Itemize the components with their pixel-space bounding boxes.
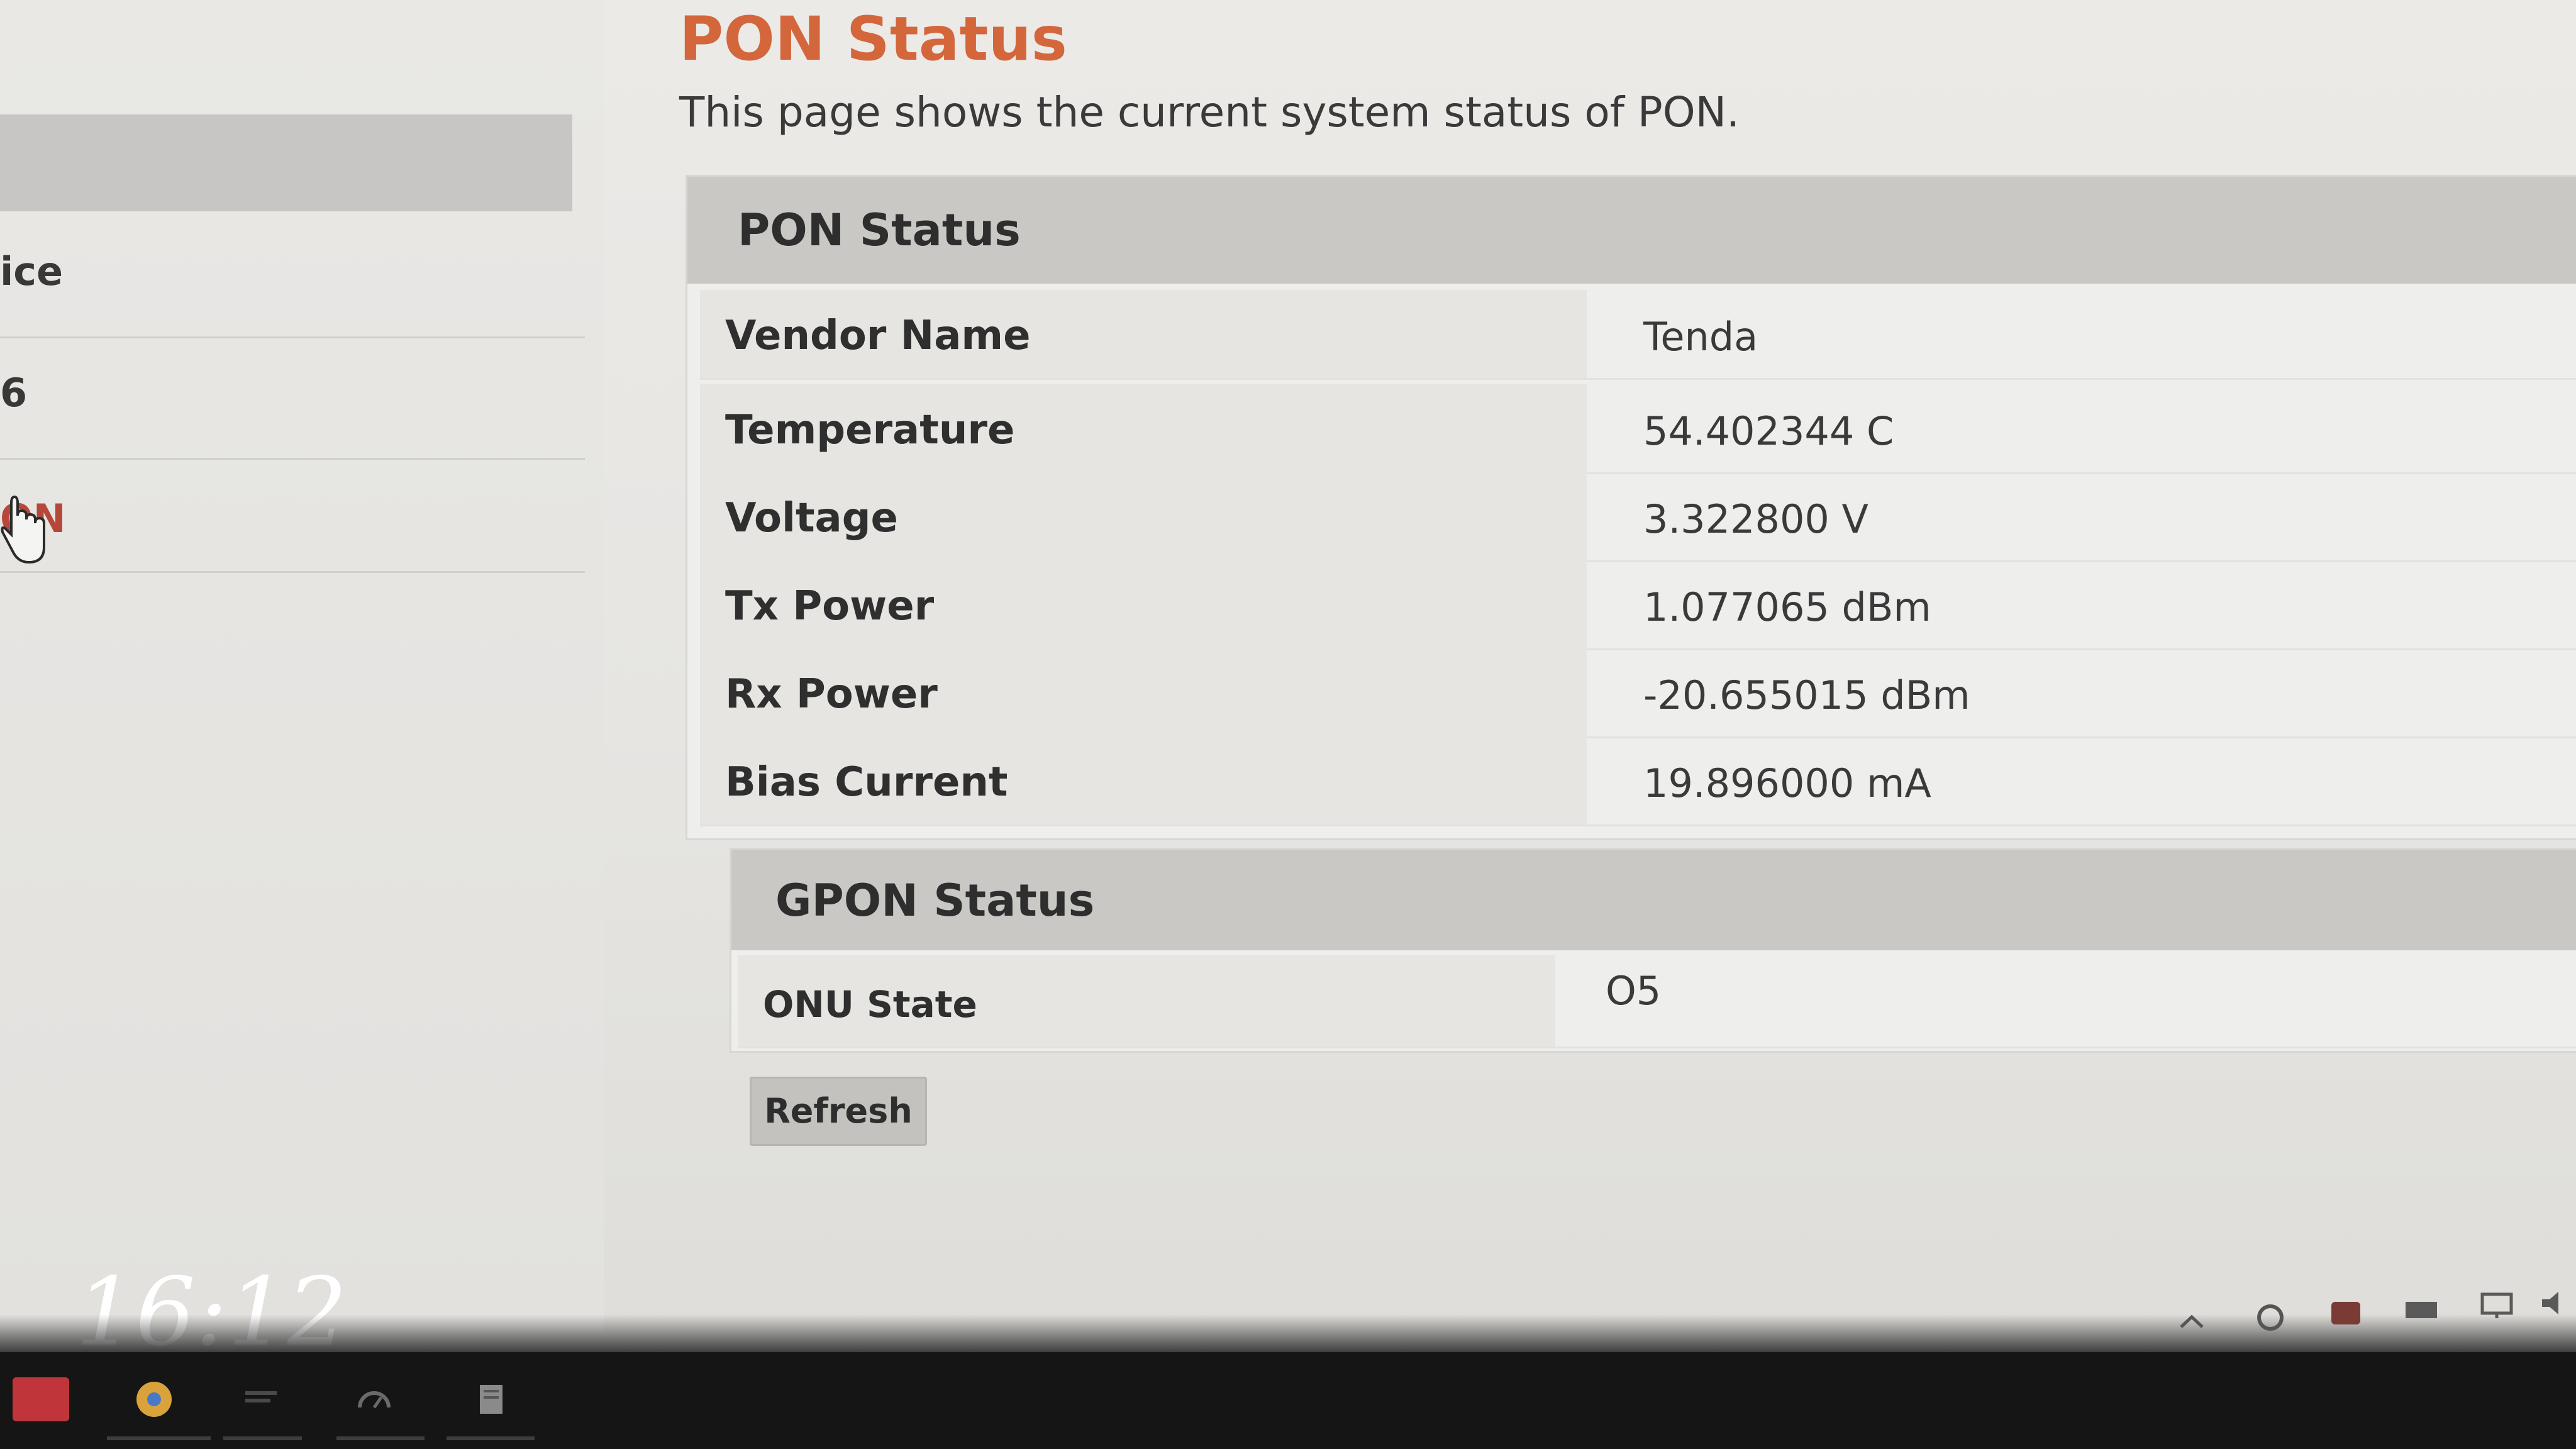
document-icon[interactable] xyxy=(462,1377,519,1421)
table-row: Temperature 54.402344 C xyxy=(700,384,2576,474)
panel-title: GPON Status xyxy=(775,875,1095,926)
app-indicator xyxy=(336,1436,425,1440)
onu-state-label: ONU State xyxy=(763,983,977,1026)
table-row: Rx Power -20.655015 dBm xyxy=(700,648,2576,738)
sidebar-nav: ice 6 ON xyxy=(0,0,604,1333)
sidebar-item-pon[interactable]: ON xyxy=(0,458,585,573)
hand-pointer-icon xyxy=(1,495,45,564)
voltage-label: Voltage xyxy=(725,495,898,541)
gauge-icon[interactable] xyxy=(346,1377,402,1421)
temperature-label: Temperature xyxy=(725,407,1015,453)
settings-icon[interactable] xyxy=(2248,1299,2292,1336)
table-row: Bias Current 19.896000 mA xyxy=(700,736,2576,826)
table-row: Vendor Name Tenda xyxy=(700,290,2576,380)
tx-power-value: 1.077065 dBm xyxy=(1643,584,1931,630)
panel-title: PON Status xyxy=(738,204,1021,256)
page-title: PON Status xyxy=(679,4,1067,74)
bias-current-value: 19.896000 mA xyxy=(1643,760,1931,806)
table-row: Tx Power 1.077065 dBm xyxy=(700,560,2576,650)
sidebar-item-ipv6[interactable]: 6 xyxy=(0,338,585,460)
sidebar-header xyxy=(0,114,572,211)
speaker-icon[interactable] xyxy=(2534,1284,2576,1322)
main-content: PON Status This page shows the current s… xyxy=(679,0,2576,1321)
browser-viewport: ice 6 ON PON Status This page shows the … xyxy=(0,0,2576,1449)
temperature-value: 54.402344 C xyxy=(1643,408,1894,454)
table-row: Voltage 3.322800 V xyxy=(700,472,2576,562)
vendor-name-value: Tenda xyxy=(1643,314,1758,360)
page-description: This page shows the current system statu… xyxy=(679,88,1740,136)
gpon-status-header: GPON Status xyxy=(731,850,2576,950)
app-indicator xyxy=(223,1436,302,1440)
app-indicator xyxy=(447,1436,535,1440)
tx-power-label: Tx Power xyxy=(725,583,935,630)
window-icon[interactable] xyxy=(233,1377,289,1421)
sidebar-item-label: 6 xyxy=(0,370,28,416)
onu-state-value: O5 xyxy=(1606,968,1662,1014)
monitor-icon[interactable] xyxy=(2475,1287,2519,1324)
vendor-name-label: Vendor Name xyxy=(725,313,1031,359)
chevron-up-icon[interactable] xyxy=(2170,1302,2214,1340)
taskbar xyxy=(0,1292,2576,1449)
table-row: ONU State O5 xyxy=(738,955,2576,1048)
sidebar-item-label: ice xyxy=(0,248,64,294)
active-app-indicator xyxy=(107,1436,211,1440)
pon-status-header: PON Status xyxy=(687,177,2576,284)
rx-power-value: -20.655015 dBm xyxy=(1643,672,1970,718)
chrome-icon[interactable] xyxy=(126,1377,182,1421)
app-tray-icon[interactable] xyxy=(2324,1294,2368,1332)
sidebar-item-device[interactable]: ice xyxy=(0,217,585,338)
gpon-status-panel: GPON Status ONU State O5 xyxy=(730,848,2576,1053)
rx-power-label: Rx Power xyxy=(725,671,938,718)
voltage-value: 3.322800 V xyxy=(1643,496,1868,542)
refresh-button[interactable]: Refresh xyxy=(750,1077,927,1146)
keyboard-icon[interactable] xyxy=(2399,1291,2443,1328)
bias-current-label: Bias Current xyxy=(725,759,1008,806)
pon-status-panel: PON Status Vendor Name Tenda Temperature… xyxy=(686,175,2576,840)
app-red-icon[interactable] xyxy=(13,1377,69,1421)
